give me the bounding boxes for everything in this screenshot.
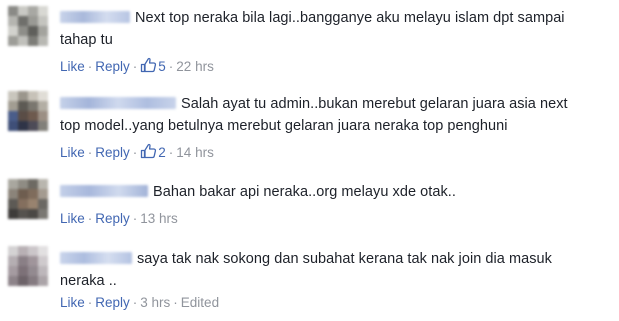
avatar[interactable]	[8, 246, 48, 286]
separator: ·	[87, 211, 93, 226]
separator: ·	[132, 295, 138, 310]
reply-link[interactable]: Reply	[95, 211, 130, 226]
author-name[interactable]	[60, 252, 132, 264]
comment-body: Salah ayat tu admin..bukan merebut gelar…	[60, 93, 611, 137]
separator: ·	[132, 145, 138, 160]
reply-link[interactable]: Reply	[95, 59, 130, 74]
author-name[interactable]	[60, 97, 176, 109]
timestamp[interactable]: 22 hrs	[176, 59, 214, 74]
timestamp[interactable]: 14 hrs	[176, 145, 214, 160]
comment-text-line: Salah ayat tu admin..bukan merebut gelar…	[60, 93, 611, 115]
author-name[interactable]	[60, 11, 130, 23]
like-link[interactable]: Like	[60, 211, 85, 226]
comment-actions: Like · Reply · 2 · 14 hrs	[60, 143, 214, 162]
comment-actions: Like · Reply · 3 hrs · Edited	[60, 294, 219, 312]
separator: ·	[132, 59, 138, 74]
reply-link[interactable]: Reply	[95, 295, 130, 310]
reply-link[interactable]: Reply	[95, 145, 130, 160]
like-link[interactable]: Like	[60, 59, 85, 74]
thumbs-up-icon	[141, 143, 157, 159]
separator: ·	[132, 211, 138, 226]
edited-label[interactable]: Edited	[181, 295, 219, 310]
comment-body: saya tak nak sokong dan subahat kerana t…	[60, 248, 611, 292]
separator: ·	[168, 145, 174, 160]
comment-text-line: top model..yang betulnya merebut gelaran…	[60, 118, 508, 134]
like-count-value: 5	[158, 59, 166, 74]
thumbs-up-icon	[141, 57, 157, 73]
like-count-value: 2	[158, 145, 166, 160]
like-count[interactable]: 5	[140, 57, 166, 74]
timestamp[interactable]: 13 hrs	[140, 211, 178, 226]
like-count[interactable]: 2	[140, 143, 166, 160]
comment-text-line: tahap tu	[60, 32, 113, 48]
author-name[interactable]	[60, 185, 148, 197]
comment-text-line: Bahan bakar api neraka..org melayu xde o…	[60, 181, 611, 203]
avatar[interactable]	[8, 91, 48, 131]
separator: ·	[168, 59, 174, 74]
like-link[interactable]: Like	[60, 145, 85, 160]
comment-body: Bahan bakar api neraka..org melayu xde o…	[60, 181, 611, 203]
comment-body: Next top neraka bila lagi..bangganye aku…	[60, 7, 611, 51]
separator: ·	[173, 295, 178, 310]
timestamp[interactable]: 3 hrs	[140, 295, 170, 310]
comment-actions: Like · Reply · 5 · 22 hrs	[60, 57, 214, 76]
separator: ·	[87, 145, 93, 160]
comment-text-line: Next top neraka bila lagi..bangganye aku…	[60, 7, 611, 29]
comment-actions: Like · Reply · 13 hrs	[60, 210, 178, 228]
comment-text-line: neraka ..	[60, 273, 117, 289]
separator: ·	[87, 59, 93, 74]
separator: ·	[87, 295, 93, 310]
avatar[interactable]	[8, 6, 48, 46]
avatar[interactable]	[8, 179, 48, 219]
like-link[interactable]: Like	[60, 295, 85, 310]
comment-text-line: saya tak nak sokong dan subahat kerana t…	[60, 248, 611, 270]
